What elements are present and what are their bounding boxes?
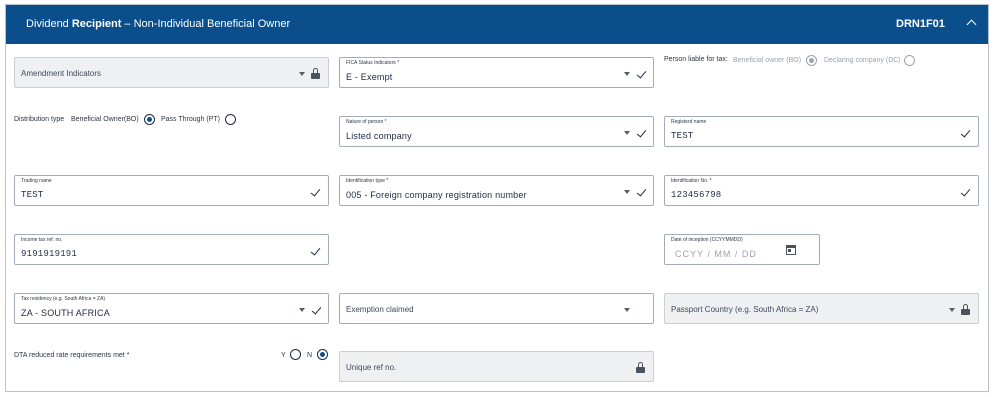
check-icon (636, 127, 647, 138)
income-tax-ref-label: Income tax ref. no. (21, 237, 63, 243)
check-icon (311, 304, 322, 315)
identification-no-label: Identification No. * (671, 178, 712, 184)
caret-down-icon (949, 308, 955, 312)
identification-type-value: 005 - Foreign company registration numbe… (346, 190, 527, 200)
income-tax-ref-value: 9191919191 (21, 249, 78, 259)
identification-type-label: Identification type * (346, 178, 389, 184)
person-liable-dc-radio (904, 55, 915, 66)
caret-down-icon (299, 72, 305, 76)
fica-status-select[interactable]: FICA Status Indicators * E - Exempt (339, 57, 654, 88)
fica-status-value: E - Exempt (346, 72, 393, 82)
caret-down-icon[interactable] (624, 72, 630, 76)
chevron-up-icon[interactable] (966, 19, 977, 30)
income-tax-ref-field[interactable]: Income tax ref. no. 9191919191 (14, 234, 329, 265)
person-liable-dc-label: Declaring company (DC) (824, 57, 901, 64)
nature-of-person-label: Nature of person * (346, 119, 387, 125)
dta-label: DTA reduced rate requirements met * (14, 352, 130, 359)
check-icon (960, 127, 971, 138)
form-code: DRN1F01 (896, 18, 945, 30)
check-icon (960, 186, 971, 197)
caret-down-icon[interactable] (624, 131, 630, 135)
identification-no-value: 123456798 (671, 190, 722, 200)
lock-icon (961, 304, 970, 315)
trading-name-field[interactable]: Trading name TEST (14, 175, 329, 206)
tax-residency-value: ZA - SOUTH AFRICA (21, 308, 110, 318)
dta-no-label: N (307, 352, 313, 359)
registered-name-label: Registerd name (671, 119, 707, 125)
passport-country-placeholder: Passport Country (e.g. South Africa = ZA… (671, 305, 819, 314)
lock-icon (636, 362, 645, 373)
distribution-pt-radio[interactable] (225, 114, 236, 125)
passport-country-select: Passport Country (e.g. South Africa = ZA… (664, 293, 979, 324)
exemption-claimed-placeholder: Exemption claimed (346, 305, 414, 314)
tax-residency-select[interactable]: Tax residency (e.g. South Africa = ZA) Z… (14, 293, 329, 324)
amendment-indicators-placeholder: Amendment Indicators (21, 69, 102, 78)
unique-ref-placeholder: Unique ref no. (346, 363, 397, 372)
check-icon (636, 186, 647, 197)
exemption-claimed-select[interactable]: Exemption claimed (339, 293, 654, 324)
distribution-type-label: Distribution type (14, 116, 65, 123)
caret-down-icon[interactable] (624, 190, 630, 194)
distribution-bo-radio[interactable] (144, 114, 155, 125)
dta-no-radio[interactable] (317, 349, 328, 360)
fica-status-label: FICA Status Indicators * (346, 60, 400, 66)
caret-down-icon[interactable] (299, 308, 305, 312)
nature-of-person-value: Listed company (346, 131, 412, 141)
distribution-bo-label: Beneficial Owner(BO) (71, 116, 139, 123)
person-liable-bo-radio (806, 55, 817, 66)
dta-yes-label: Y (281, 352, 286, 359)
date-of-inception-placeholder: CCYY / MM / DD (675, 249, 757, 259)
identification-type-select[interactable]: Identification type * 005 - Foreign comp… (339, 175, 654, 206)
lock-icon (311, 68, 320, 79)
registered-name-field[interactable]: Registerd name TEST (664, 116, 979, 147)
trading-name-label: Trading name (21, 178, 52, 184)
check-icon (636, 68, 647, 79)
date-of-inception-field[interactable]: Date of inception (CCYYMMDD) CCYY / MM /… (664, 234, 820, 265)
tax-residency-label: Tax residency (e.g. South Africa = ZA) (21, 296, 106, 302)
caret-down-icon[interactable] (624, 308, 630, 312)
check-icon (310, 186, 321, 197)
panel-header[interactable]: Dividend Recipient – Non-Individual Bene… (6, 5, 988, 44)
distribution-pt-label: Pass Through (PT) (161, 116, 221, 123)
trading-name-value: TEST (21, 190, 44, 200)
date-of-inception-label: Date of inception (CCYYMMDD) (671, 237, 743, 243)
dta-yes-radio[interactable] (290, 349, 301, 360)
panel-title: Dividend Recipient – Non-Individual Bene… (26, 18, 291, 30)
check-icon (310, 245, 321, 256)
calendar-icon[interactable] (786, 245, 796, 255)
unique-ref-field: Unique ref no. (339, 351, 654, 382)
person-liable-label: Person liable for tax: (664, 56, 728, 63)
nature-of-person-select[interactable]: Nature of person * Listed company (339, 116, 654, 147)
registered-name-value: TEST (671, 131, 694, 141)
amendment-indicators-select: Amendment Indicators (14, 57, 329, 88)
identification-no-field[interactable]: Identification No. * 123456798 (664, 175, 979, 206)
person-liable-bo-label: Beneficial owner (BO) (733, 57, 802, 64)
